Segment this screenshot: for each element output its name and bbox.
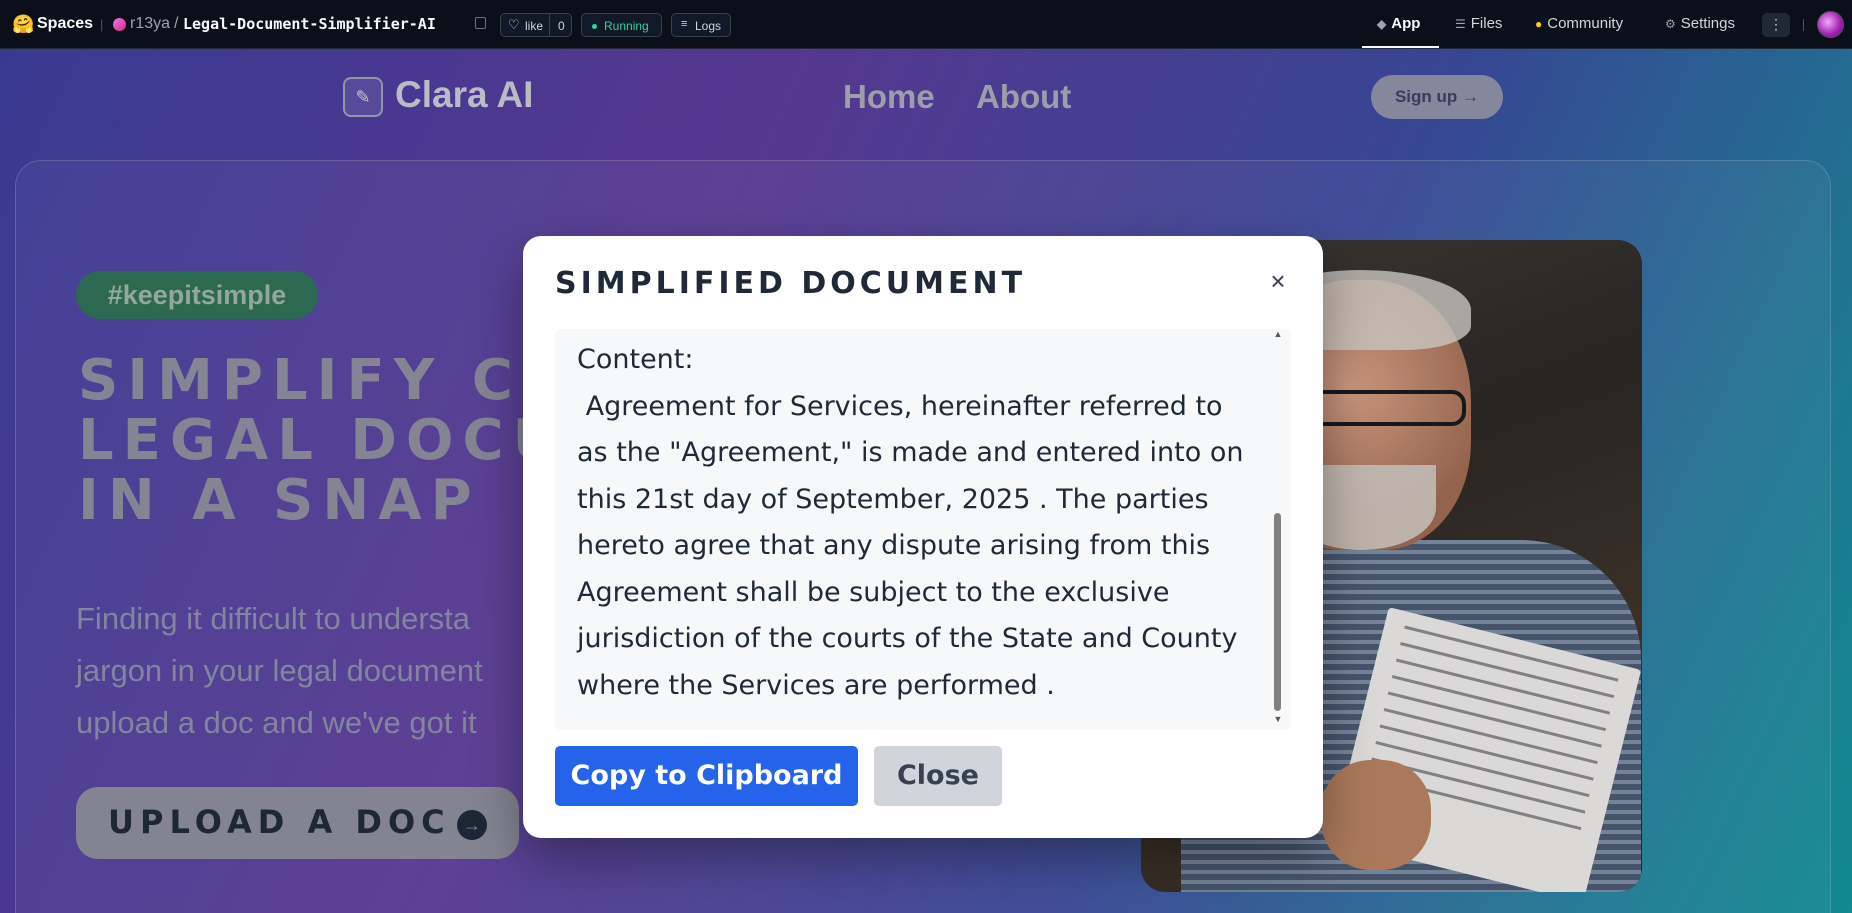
tab-settings[interactable]: ⚙ Settings	[1665, 15, 1735, 32]
logs-button[interactable]: ≡ Logs	[671, 13, 731, 37]
tab-label: Community	[1547, 15, 1624, 32]
simplified-document-modal: SIMPLIFIED DOCUMENT × Content: Agreement…	[523, 236, 1323, 838]
like-count: 0	[558, 19, 565, 33]
close-icon[interactable]: ×	[1263, 266, 1293, 296]
tab-label: Files	[1470, 15, 1503, 32]
files-icon: ☰	[1455, 17, 1466, 31]
status-badge: Running	[581, 13, 662, 37]
divider: |	[100, 17, 104, 32]
cube-icon: ◆	[1377, 17, 1387, 31]
modal-title: SIMPLIFIED DOCUMENT	[555, 266, 1027, 301]
status-label: Running	[604, 19, 649, 33]
app-area: ✎ Clara AI Home About Sign up → #keepits…	[0, 49, 1852, 913]
scrollbar-thumb[interactable]	[1274, 513, 1281, 711]
copy-to-clipboard-button[interactable]: Copy to Clipboard	[555, 746, 858, 806]
divider	[549, 14, 550, 36]
document-content-text: Content: Agreement for Services, hereina…	[577, 344, 1244, 701]
hf-top-bar: 🤗 Spaces | r13ya / Legal-Document-Simpli…	[0, 0, 1852, 49]
status-dot-icon	[592, 24, 597, 29]
tab-files[interactable]: ☰ Files	[1455, 15, 1502, 32]
tab-app[interactable]: ◆ App	[1377, 15, 1420, 32]
community-icon: ●	[1535, 17, 1543, 31]
active-tab-indicator	[1362, 46, 1439, 48]
like-label: like	[525, 19, 544, 33]
document-content-area[interactable]: Content: Agreement for Services, hereina…	[555, 329, 1291, 730]
repo-name-link[interactable]: Legal-Document-Simplifier-AI	[183, 15, 436, 33]
close-button[interactable]: Close	[874, 746, 1002, 806]
divider	[1803, 19, 1804, 31]
scroll-down-arrow-icon[interactable]: ▼	[1272, 714, 1284, 726]
tab-label: Settings	[1680, 15, 1735, 32]
gear-icon: ⚙	[1665, 17, 1676, 31]
spaces-link[interactable]: Spaces	[37, 15, 93, 33]
user-avatar[interactable]	[1817, 11, 1844, 38]
like-button[interactable]: ♡ like 0	[500, 13, 572, 37]
logs-icon: ≡	[681, 18, 688, 30]
tab-community[interactable]: ● Community	[1535, 15, 1623, 32]
heart-icon: ♡	[508, 17, 520, 32]
hf-logo-icon[interactable]: 🤗	[12, 14, 34, 35]
tab-label: App	[1391, 15, 1421, 32]
copy-icon[interactable]	[475, 17, 486, 29]
more-options-icon[interactable]: ⋮	[1762, 13, 1790, 37]
owner-avatar	[113, 18, 126, 31]
scroll-up-arrow-icon[interactable]: ▲	[1272, 329, 1284, 341]
owner-link[interactable]: r13ya	[130, 15, 170, 33]
logs-label: Logs	[695, 19, 722, 33]
path-separator: /	[174, 15, 179, 32]
